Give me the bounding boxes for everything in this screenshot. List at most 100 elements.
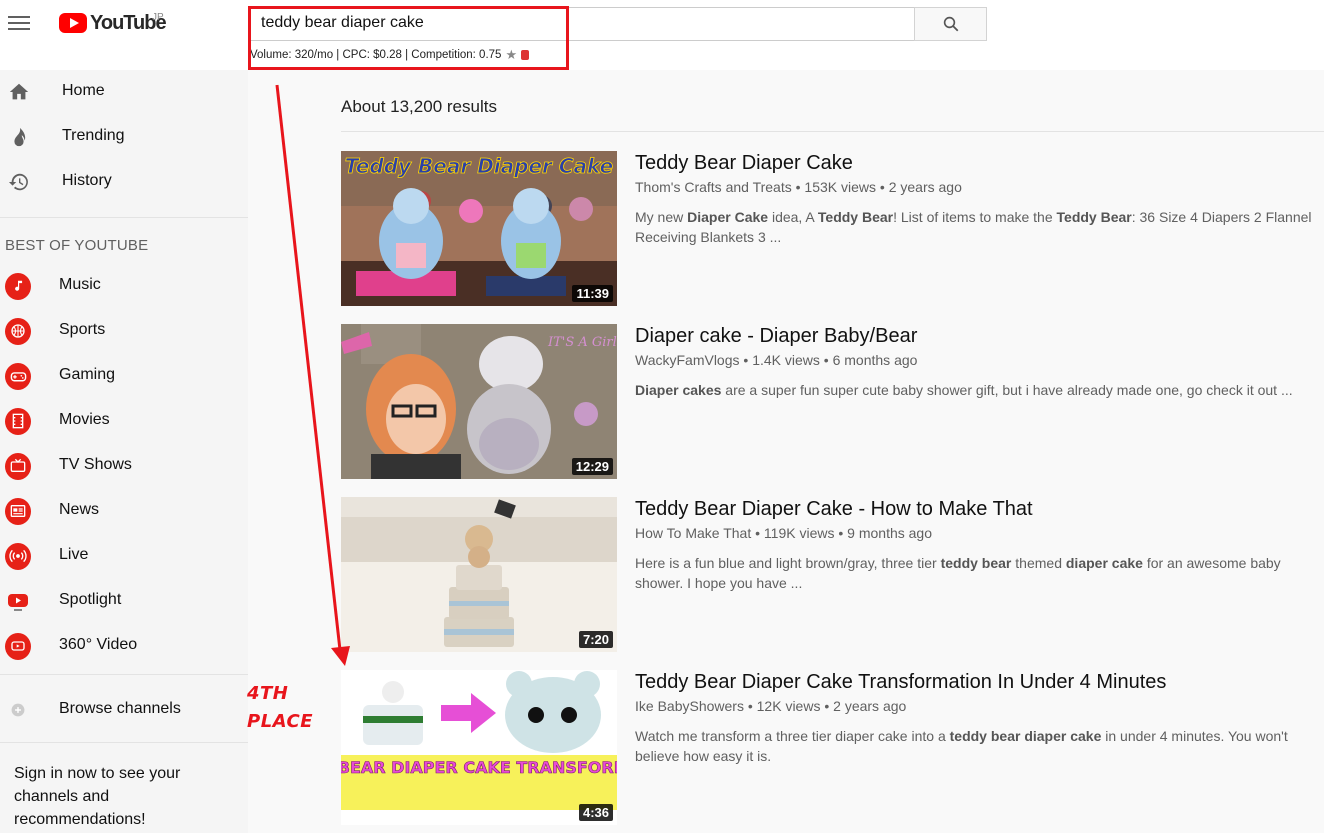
video-duration: 7:20 bbox=[578, 631, 613, 648]
section-title: BEST OF YOUTUBE bbox=[5, 237, 149, 254]
video-thumbnail[interactable]: Teddy Bear Diaper Cake 11:39 bbox=[341, 151, 617, 306]
view-count: 12K views bbox=[756, 698, 821, 714]
sidebar-item-news[interactable]: News bbox=[0, 489, 248, 534]
video-title[interactable]: Diaper cake - Diaper Baby/Bear bbox=[635, 325, 917, 348]
description-highlight: Diaper Cake bbox=[687, 209, 769, 225]
sidebar-item-home[interactable]: Home bbox=[0, 70, 248, 115]
sidebar-item-label: Spotlight bbox=[59, 591, 122, 608]
video-description: Here is a fun blue and light brown/gray,… bbox=[635, 553, 1315, 593]
video-meta: Thom's Crafts and Treats • 153K views • … bbox=[635, 179, 962, 195]
sidebar-divider bbox=[0, 217, 248, 218]
thumbnail-image: Teddy Bear Diaper Cake bbox=[341, 151, 617, 306]
description-text: Watch me transform a three tier diaper c… bbox=[635, 728, 950, 744]
channel-name[interactable]: WackyFamVlogs bbox=[635, 352, 740, 368]
signin-promo: Sign in now to see your channels and rec… bbox=[14, 765, 181, 828]
video-thumbnail[interactable]: TEDDY BEAR DIAPER CAKE TRANSFORMATION 4:… bbox=[341, 670, 617, 825]
thumbnail-caption: Teddy Bear Diaper Cake bbox=[345, 154, 613, 178]
search-button[interactable] bbox=[914, 7, 987, 41]
menu-icon[interactable] bbox=[8, 12, 30, 34]
video-description: Diaper cakes are a super fun super cute … bbox=[635, 380, 1315, 400]
guide-sidebar: Home Trending History BEST OF YOUTUBE Mu… bbox=[0, 70, 248, 833]
sidebar-item-label: Browse channels bbox=[59, 700, 181, 717]
description-highlight: Teddy Bear bbox=[817, 209, 894, 225]
view-count: 119K views bbox=[763, 525, 835, 541]
spotlight-icon bbox=[5, 588, 31, 614]
description-highlight: diaper cake bbox=[1065, 555, 1143, 571]
database-icon[interactable] bbox=[521, 50, 530, 60]
sidebar-item-gaming[interactable]: Gaming bbox=[0, 354, 248, 399]
360-video-icon bbox=[5, 632, 31, 660]
video-duration: 11:39 bbox=[572, 285, 613, 302]
view-count: 153K views bbox=[804, 179, 877, 195]
keyword-stats: Volume: 320/mo | CPC: $0.28 | Competitio… bbox=[250, 47, 530, 63]
video-result-1[interactable]: Teddy Bear Diaper Cake 11:39 Teddy Bear … bbox=[341, 151, 1324, 306]
video-meta: WackyFamVlogs • 1.4K views • 6 months ag… bbox=[635, 352, 918, 368]
star-icon[interactable]: ★ bbox=[505, 47, 517, 63]
video-title[interactable]: Teddy Bear Diaper Cake bbox=[635, 152, 853, 175]
upload-age: 2 years ago bbox=[888, 179, 962, 195]
upload-age: 9 months ago bbox=[847, 525, 932, 541]
results-count: About 13,200 results bbox=[341, 97, 497, 116]
video-duration: 12:29 bbox=[571, 458, 613, 475]
tv-icon bbox=[5, 452, 31, 480]
thumbnail-image bbox=[341, 497, 617, 652]
history-icon bbox=[6, 169, 32, 195]
annotation-line-1: 4TH bbox=[247, 683, 289, 704]
video-title[interactable]: Teddy Bear Diaper Cake - How to Make Tha… bbox=[635, 498, 1033, 521]
sidebar-item-browse-channels[interactable]: Browse channels bbox=[0, 688, 248, 733]
video-meta: Ike BabyShowers • 12K views • 2 years ag… bbox=[635, 698, 907, 714]
video-meta: How To Make That • 119K views • 9 months… bbox=[635, 525, 932, 541]
live-icon bbox=[5, 542, 31, 570]
description-text: My new bbox=[635, 209, 688, 225]
sidebar-item-label: History bbox=[62, 172, 112, 189]
search-icon bbox=[943, 16, 958, 32]
sidebar-item-movies[interactable]: Movies bbox=[0, 399, 248, 444]
annotation-label: 4TH PLACE bbox=[247, 680, 313, 736]
sidebar-item-label: Sports bbox=[59, 321, 106, 338]
channel-name[interactable]: Thom's Crafts and Treats bbox=[635, 179, 792, 195]
video-thumbnail[interactable]: 7:20 bbox=[341, 497, 617, 652]
sidebar-item-live[interactable]: Live bbox=[0, 534, 248, 579]
video-result-2[interactable]: IT'S A Girl! 12:29 Diaper cake - Diaper … bbox=[341, 324, 1324, 479]
logo-region: JP bbox=[152, 12, 164, 23]
sidebar-item-spotlight[interactable]: Spotlight bbox=[0, 579, 248, 624]
video-result-4[interactable]: TEDDY BEAR DIAPER CAKE TRANSFORMATION 4:… bbox=[341, 670, 1324, 825]
video-result-3[interactable]: 7:20 Teddy Bear Diaper Cake - How to Mak… bbox=[341, 497, 1324, 652]
sidebar-item-sports[interactable]: Sports bbox=[0, 309, 248, 354]
movies-icon bbox=[5, 407, 31, 435]
sidebar-item-label: Trending bbox=[62, 127, 125, 144]
sidebar-item-label: News bbox=[59, 501, 100, 518]
channel-name[interactable]: How To Make That bbox=[635, 525, 751, 541]
sidebar-item-label: Music bbox=[59, 276, 101, 293]
description-highlight: Diaper cakes bbox=[635, 382, 722, 398]
channel-name[interactable]: Ike BabyShowers bbox=[635, 698, 744, 714]
upload-age: 6 months ago bbox=[832, 352, 918, 368]
video-title[interactable]: Teddy Bear Diaper Cake Transformation In… bbox=[635, 671, 1166, 694]
sidebar-item-trending[interactable]: Trending bbox=[0, 115, 248, 160]
sidebar-item-label: TV Shows bbox=[59, 456, 132, 473]
description-text: themed bbox=[1011, 555, 1066, 571]
youtube-logo[interactable]: YouTube JP bbox=[59, 10, 167, 36]
results-divider bbox=[341, 131, 1324, 132]
search-input[interactable] bbox=[261, 14, 861, 32]
music-icon bbox=[5, 272, 31, 300]
video-thumbnail[interactable]: IT'S A Girl! 12:29 bbox=[341, 324, 617, 479]
sidebar-item-label: Live bbox=[59, 546, 89, 563]
plus-circle-icon bbox=[5, 697, 31, 723]
sidebar-item-history[interactable]: History bbox=[0, 160, 248, 205]
sidebar-item-tv-shows[interactable]: TV Shows bbox=[0, 444, 248, 489]
view-count: 1.4K views bbox=[752, 352, 820, 368]
sidebar-divider bbox=[0, 742, 248, 743]
youtube-play-icon bbox=[59, 13, 87, 33]
description-text: Here is a fun blue and light brown/gray,… bbox=[635, 555, 941, 571]
search-box bbox=[250, 7, 915, 41]
sidebar-item-360-video[interactable]: 360° Video bbox=[0, 624, 248, 669]
flame-icon bbox=[6, 124, 32, 150]
sidebar-item-music[interactable]: Music bbox=[0, 264, 248, 309]
description-text: idea, A bbox=[768, 209, 818, 225]
description-text: ! List of items to make the bbox=[893, 209, 1057, 225]
description-text: are a super fun super cute baby shower g… bbox=[721, 382, 1293, 398]
sidebar-item-label: Gaming bbox=[59, 366, 116, 383]
home-icon bbox=[6, 79, 32, 105]
video-description: Watch me transform a three tier diaper c… bbox=[635, 726, 1315, 766]
